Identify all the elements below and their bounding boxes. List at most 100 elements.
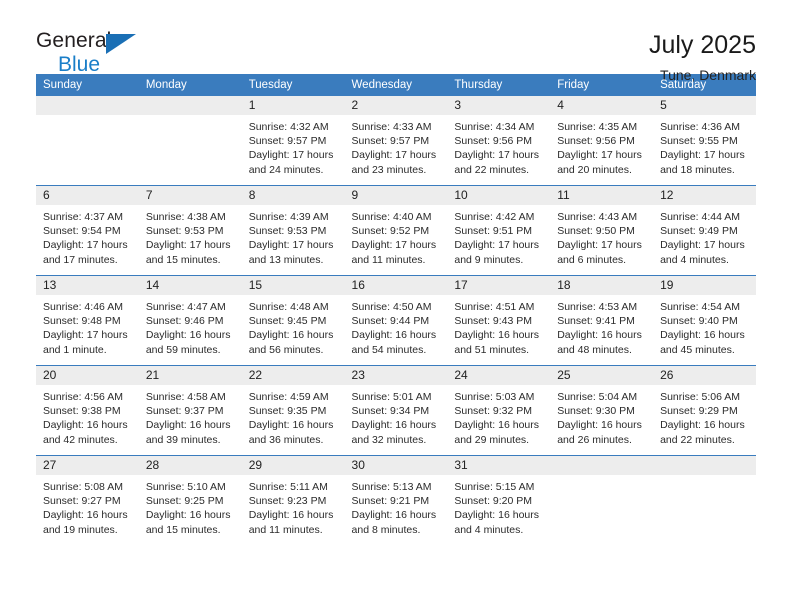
calendar-day-cell[interactable]: 13 Sunrise: 4:46 AM Sunset: 9:48 PM Dayligh…	[36, 275, 139, 366]
day-cell-details: Sunrise: 4:36 AM Sunset: 9:55 PM Daylight:…	[653, 115, 756, 177]
sunrise-text: Sunrise: 4:34 AM	[454, 121, 535, 133]
daylight-text-line2: and 42 minutes.	[43, 433, 118, 446]
calendar-day-cell[interactable]: 8 Sunrise: 4:39 AM Sunset: 9:53 PM Daylight…	[241, 185, 345, 276]
daylight-text-line1: Daylight: 16 hours	[454, 509, 540, 522]
calendar-day-cell[interactable]: 20 Sunrise: 4:56 AM Sunset: 9:38 PM Dayligh…	[36, 365, 139, 456]
daylight-text-line1: Daylight: 17 hours	[145, 239, 231, 252]
calendar-day-cell[interactable]: 23 Sunrise: 5:01 AM Sunset: 9:34 PM Dayligh…	[344, 365, 448, 456]
sunrise-text: Sunrise: 4:59 AM	[248, 391, 329, 403]
calendar-day-cell[interactable]: 16 Sunrise: 4:50 AM Sunset: 9:44 PM Dayligh…	[344, 275, 448, 366]
day-cell-inner: 29 Sunrise: 5:11 AM Sunset: 9:23 PM Dayligh…	[241, 456, 345, 545]
day-number: 13	[36, 276, 139, 295]
day-cell-inner: 31 Sunrise: 5:15 AM Sunset: 9:20 PM Dayligh…	[447, 456, 551, 545]
day-number: 18	[550, 276, 654, 295]
sunset-text: Sunset: 9:40 PM	[660, 315, 738, 328]
calendar-day-cell[interactable]: 6 Sunrise: 4:37 AM Sunset: 9:54 PM Daylight…	[36, 185, 139, 276]
daylight-text-line1: Daylight: 16 hours	[660, 329, 745, 342]
daylight-text-line2: and 19 minutes.	[43, 523, 118, 536]
day-cell-inner	[138, 96, 242, 185]
day-cell-details	[653, 475, 756, 480]
day-number: 15	[241, 276, 345, 295]
daylight-text-line2: and 13 minutes.	[248, 253, 324, 266]
calendar-day-cell[interactable]: 12 Sunrise: 4:44 AM Sunset: 9:49 PM Dayligh…	[653, 185, 756, 276]
daylight-text-line1: Daylight: 16 hours	[557, 419, 642, 432]
calendar-day-cell[interactable]: 18 Sunrise: 4:53 AM Sunset: 9:41 PM Dayligh…	[550, 275, 654, 366]
calendar-day-cell[interactable]: 17 Sunrise: 4:51 AM Sunset: 9:43 PM Dayligh…	[447, 275, 551, 366]
daylight-text-line1: Daylight: 17 hours	[248, 149, 334, 162]
sunrise-text: Sunrise: 4:58 AM	[145, 391, 226, 403]
calendar-day-cell[interactable]: 3 Sunrise: 4:34 AM Sunset: 9:56 PM Daylight…	[447, 96, 551, 186]
logo-triangle-icon	[106, 34, 136, 54]
calendar-day-cell[interactable]: 2 Sunrise: 4:33 AM Sunset: 9:57 PM Daylight…	[344, 96, 448, 186]
daylight-text-line2: and 45 minutes.	[660, 343, 735, 356]
daylight-text-line2: and 39 minutes.	[145, 433, 221, 446]
day-cell-details: Sunrise: 5:11 AM Sunset: 9:23 PM Daylight:…	[242, 475, 345, 537]
calendar-day-cell[interactable]: 30 Sunrise: 5:13 AM Sunset: 9:21 PM Dayligh…	[344, 455, 448, 545]
calendar-day-cell[interactable]: 10 Sunrise: 4:42 AM Sunset: 9:51 PM Dayligh…	[447, 185, 551, 276]
calendar-day-cell[interactable]: 5 Sunrise: 4:36 AM Sunset: 9:55 PM Daylight…	[653, 96, 756, 186]
calendar-day-cell[interactable]: 22 Sunrise: 4:59 AM Sunset: 9:35 PM Dayligh…	[241, 365, 345, 456]
daylight-text-line2: and 15 minutes.	[145, 523, 221, 536]
sunset-text: Sunset: 9:57 PM	[351, 135, 430, 148]
day-cell-details: Sunrise: 4:47 AM Sunset: 9:46 PM Daylight:…	[139, 295, 242, 357]
calendar-week-row: 1 Sunrise: 4:32 AM Sunset: 9:57 PM Daylight…	[36, 96, 756, 186]
sunset-text: Sunset: 9:35 PM	[248, 405, 327, 418]
calendar-day-cell[interactable]: 1 Sunrise: 4:32 AM Sunset: 9:57 PM Daylight…	[241, 96, 345, 186]
daylight-text-line1: Daylight: 17 hours	[351, 149, 437, 162]
calendar-day-cell[interactable]: 31 Sunrise: 5:15 AM Sunset: 9:20 PM Dayligh…	[447, 455, 551, 545]
daylight-text-line1: Daylight: 16 hours	[43, 419, 128, 432]
day-cell-details: Sunrise: 5:04 AM Sunset: 9:30 PM Daylight:…	[550, 385, 653, 447]
day-cell-inner: 9 Sunrise: 4:40 AM Sunset: 9:52 PM Daylight…	[344, 186, 448, 275]
calendar-day-cell[interactable]: 11 Sunrise: 4:43 AM Sunset: 9:50 PM Dayligh…	[550, 185, 654, 276]
calendar-day-cell[interactable]: 26 Sunrise: 5:06 AM Sunset: 9:29 PM Dayligh…	[653, 365, 756, 456]
day-cell-details: Sunrise: 5:13 AM Sunset: 9:21 PM Daylight:…	[345, 475, 448, 537]
day-number: 1	[241, 96, 345, 115]
calendar-day-cell-empty	[36, 96, 139, 186]
day-number: 14	[138, 276, 242, 295]
calendar-day-cell[interactable]: 14 Sunrise: 4:47 AM Sunset: 9:46 PM Dayligh…	[138, 275, 242, 366]
calendar-day-cell[interactable]: 24 Sunrise: 5:03 AM Sunset: 9:32 PM Dayligh…	[447, 365, 551, 456]
day-cell-inner: 12 Sunrise: 4:44 AM Sunset: 9:49 PM Dayligh…	[653, 186, 756, 275]
day-cell-inner: 5 Sunrise: 4:36 AM Sunset: 9:55 PM Daylight…	[653, 96, 756, 185]
sunset-text: Sunset: 9:20 PM	[454, 495, 533, 508]
day-cell-details: Sunrise: 4:33 AM Sunset: 9:57 PM Daylight:…	[345, 115, 448, 177]
day-cell-inner	[653, 456, 756, 545]
day-number: 28	[138, 456, 242, 475]
day-cell-inner: 8 Sunrise: 4:39 AM Sunset: 9:53 PM Daylight…	[241, 186, 345, 275]
day-cell-details: Sunrise: 4:46 AM Sunset: 9:48 PM Daylight:…	[36, 295, 139, 357]
day-cell-details	[139, 115, 242, 120]
calendar-day-cell[interactable]: 9 Sunrise: 4:40 AM Sunset: 9:52 PM Daylight…	[344, 185, 448, 276]
day-cell-inner: 25 Sunrise: 5:04 AM Sunset: 9:30 PM Dayligh…	[550, 366, 654, 455]
calendar-day-cell[interactable]: 28 Sunrise: 5:10 AM Sunset: 9:25 PM Dayligh…	[138, 455, 242, 545]
day-number	[138, 96, 242, 115]
daylight-text-line1: Daylight: 16 hours	[454, 419, 540, 432]
calendar-day-cell[interactable]: 4 Sunrise: 4:35 AM Sunset: 9:56 PM Daylight…	[550, 96, 654, 186]
calendar-day-cell[interactable]: 27 Sunrise: 5:08 AM Sunset: 9:27 PM Dayligh…	[36, 455, 139, 545]
calendar-day-cell[interactable]: 25 Sunrise: 5:04 AM Sunset: 9:30 PM Dayligh…	[550, 365, 654, 456]
day-number: 20	[36, 366, 139, 385]
calendar-day-cell[interactable]: 21 Sunrise: 4:58 AM Sunset: 9:37 PM Dayligh…	[138, 365, 242, 456]
day-cell-inner: 23 Sunrise: 5:01 AM Sunset: 9:34 PM Dayligh…	[344, 366, 448, 455]
sunrise-text: Sunrise: 4:54 AM	[660, 301, 741, 313]
calendar-day-cell[interactable]: 7 Sunrise: 4:38 AM Sunset: 9:53 PM Daylight…	[138, 185, 242, 276]
day-number: 17	[447, 276, 551, 295]
day-cell-inner: 15 Sunrise: 4:48 AM Sunset: 9:45 PM Dayligh…	[241, 276, 345, 365]
day-cell-inner: 28 Sunrise: 5:10 AM Sunset: 9:25 PM Dayligh…	[138, 456, 242, 545]
calendar-day-cell[interactable]: 19 Sunrise: 4:54 AM Sunset: 9:40 PM Dayligh…	[653, 275, 756, 366]
day-number	[550, 456, 654, 475]
calendar-day-cell[interactable]: 15 Sunrise: 4:48 AM Sunset: 9:45 PM Dayligh…	[241, 275, 345, 366]
daylight-text-line2: and 22 minutes.	[454, 163, 530, 176]
day-cell-details: Sunrise: 4:54 AM Sunset: 9:40 PM Daylight:…	[653, 295, 756, 357]
day-cell-details: Sunrise: 5:10 AM Sunset: 9:25 PM Daylight:…	[139, 475, 242, 537]
calendar-table: Sunday Monday Tuesday Wednesday Thursday…	[36, 74, 756, 545]
generalblue-logo[interactable]: General Blue	[36, 30, 146, 78]
daylight-text-line1: Daylight: 16 hours	[660, 419, 745, 432]
daylight-text-line2: and 1 minute.	[43, 343, 107, 356]
day-cell-inner: 14 Sunrise: 4:47 AM Sunset: 9:46 PM Dayligh…	[138, 276, 242, 365]
day-number: 25	[550, 366, 654, 385]
calendar-week-row: 6 Sunrise: 4:37 AM Sunset: 9:54 PM Daylight…	[36, 185, 756, 276]
sunset-text: Sunset: 9:49 PM	[660, 225, 738, 238]
daylight-text-line1: Daylight: 17 hours	[351, 239, 437, 252]
calendar-day-cell[interactable]: 29 Sunrise: 5:11 AM Sunset: 9:23 PM Dayligh…	[241, 455, 345, 545]
day-cell-details: Sunrise: 4:59 AM Sunset: 9:35 PM Daylight:…	[242, 385, 345, 447]
